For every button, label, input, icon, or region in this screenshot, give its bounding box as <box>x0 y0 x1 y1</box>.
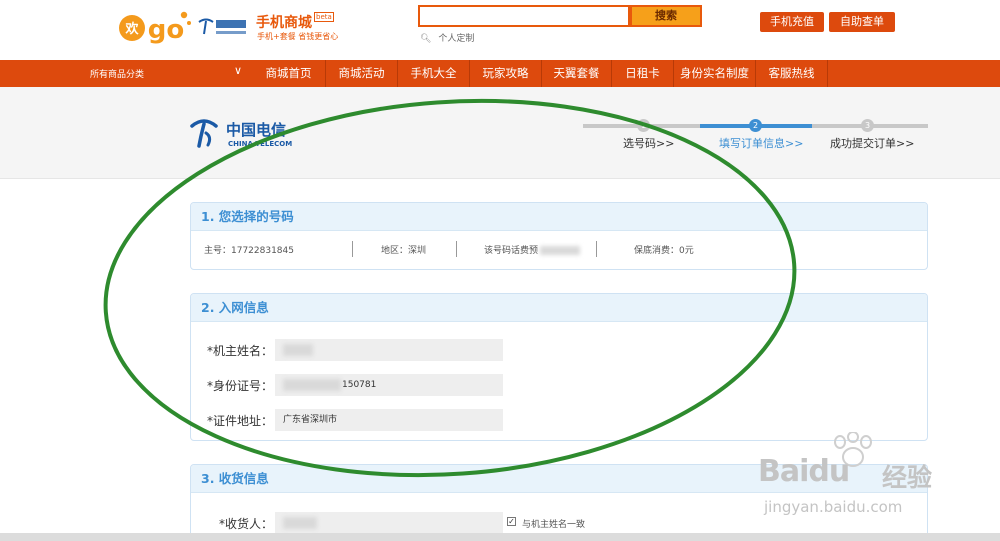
selected-number-title: 1. 您选择的号码 <box>201 209 294 224</box>
nav-item-home[interactable]: 商城首页 <box>252 60 326 87</box>
main-number: 主号：17722831845 <box>204 246 294 256</box>
nav-item-plans[interactable]: 天翼套餐 <box>542 60 612 87</box>
chevron-down-icon[interactable]: ∨ <box>234 64 242 77</box>
redacted-value <box>540 246 581 255</box>
watermark-brand: Baidu <box>758 454 850 489</box>
page: 欢 go 手机商城 beta 手机+套餐 省钱更省心 搜索 🔍︎ 个人定制 手机… <box>0 0 1000 541</box>
panel-header: 2. 入网信息 <box>191 294 927 322</box>
id-number-label: *身份证号： <box>206 379 273 393</box>
prepaid-fee: 该号码话费预 <box>484 243 581 256</box>
step-3-label: 成功提交订单>> <box>830 137 915 150</box>
search-icon: 🔍︎ <box>420 34 432 44</box>
panel-header: 1. 您选择的号码 <box>191 203 927 231</box>
mall-slogan: 手机+套餐 省钱更省心 <box>257 32 339 41</box>
ct-name-cn: 中国电信 <box>226 121 286 139</box>
search-input[interactable] <box>418 5 630 27</box>
id-number-row: *身份证号： 150781 <box>191 374 927 396</box>
all-categories[interactable]: 所有商品分类 <box>90 67 144 80</box>
custom-link-label: 个人定制 <box>438 34 475 44</box>
nav-item-activities[interactable]: 商城活动 <box>326 60 398 87</box>
beta-badge: beta <box>314 12 334 22</box>
huango-logo[interactable]: 欢 go <box>118 6 192 48</box>
id-address-row: *证件地址： 广东省深圳市 <box>191 409 927 431</box>
divider <box>456 241 457 257</box>
min-consumption: 保底消费：0元 <box>634 246 694 256</box>
owner-name-label: *机主姓名： <box>206 344 273 358</box>
nav-item-phones[interactable]: 手机大全 <box>398 60 470 87</box>
baidu-jingyan-watermark: Baidu 经验 jingyan.baidu.com <box>758 432 988 522</box>
watermark-cn: 经验 <box>882 463 933 492</box>
custom-link[interactable]: 🔍︎ 个人定制 <box>420 31 474 44</box>
svg-text:go: go <box>148 15 184 45</box>
divider <box>596 241 597 257</box>
svg-text:欢: 欢 <box>124 21 139 37</box>
same-as-owner-checkbox[interactable]: ✓ <box>507 517 516 526</box>
redacted-value <box>283 378 341 391</box>
china-telecom-logo: 中国电信 CHINA TELECOM <box>190 119 292 148</box>
selected-number-panel: 1. 您选择的号码 主号：17722831845 地区：深圳 该号码话费预 保底… <box>190 202 928 270</box>
receiver-field[interactable] <box>275 512 503 534</box>
nav-item-guides[interactable]: 玩家攻略 <box>470 60 542 87</box>
watermark-url: jingyan.baidu.com <box>764 498 903 516</box>
horizontal-scrollbar[interactable] <box>0 533 1000 541</box>
divider <box>352 241 353 257</box>
step-3-dot: 3 <box>861 119 874 132</box>
network-info-title: 2. 入网信息 <box>201 300 269 315</box>
nav-items: 商城首页 商城活动 手机大全 玩家攻略 天翼套餐 日租卡 身份实名制度 客服热线 <box>252 60 828 87</box>
china-telecom-small-logo <box>198 18 246 35</box>
recharge-button[interactable]: 手机充值 <box>760 12 824 32</box>
step-1-label: 选号码>> <box>623 137 675 150</box>
receiver-label: *收货人： <box>218 517 273 531</box>
same-as-owner-label: 与机主姓名一致 <box>522 520 586 530</box>
redacted-value <box>283 516 317 529</box>
owner-name-field[interactable] <box>275 339 503 361</box>
main-nav: 所有商品分类 ∨ 商城首页 商城活动 手机大全 玩家攻略 天翼套餐 日租卡 身份… <box>0 60 1000 87</box>
id-number-partial: 150781 <box>342 380 377 390</box>
ct-name-en: CHINA TELECOM <box>228 140 292 148</box>
nav-item-daily-card[interactable]: 日租卡 <box>612 60 674 87</box>
mall-title: 手机商城 <box>256 15 312 31</box>
owner-name-row: *机主姓名： <box>191 339 927 361</box>
id-number-field[interactable]: 150781 <box>275 374 503 396</box>
search-button[interactable]: 搜索 <box>630 5 702 27</box>
redacted-value <box>283 343 313 356</box>
id-address-label: *证件地址： <box>206 414 273 428</box>
step-band: 中国电信 CHINA TELECOM 1 2 3 选号码>> 填写订单信息>> … <box>0 87 1000 179</box>
region: 地区：深圳 <box>381 246 427 256</box>
prepaid-fee-label: 该号码话费预 <box>484 246 539 256</box>
nav-item-hotline[interactable]: 客服热线 <box>756 60 828 87</box>
number-info-row: 主号：17722831845 地区：深圳 该号码话费预 保底消费：0元 <box>191 231 927 269</box>
network-info-panel: 2. 入网信息 *机主姓名： *身份证号： 150781 *证件地址： 广东省深… <box>190 293 928 441</box>
step-2-dot: 2 <box>749 119 762 132</box>
step-1-dot: 1 <box>637 119 650 132</box>
top-header: 欢 go 手机商城 beta 手机+套餐 省钱更省心 搜索 🔍︎ 个人定制 手机… <box>0 0 1000 60</box>
id-address-field[interactable]: 广东省深圳市 <box>275 409 503 431</box>
order-steps: 1 2 3 选号码>> 填写订单信息>> 成功提交订单>> <box>583 117 928 157</box>
order-query-button[interactable]: 自助查单 <box>829 12 895 32</box>
step-2-label: 填写订单信息>> <box>719 137 804 150</box>
nav-item-realname[interactable]: 身份实名制度 <box>674 60 756 87</box>
